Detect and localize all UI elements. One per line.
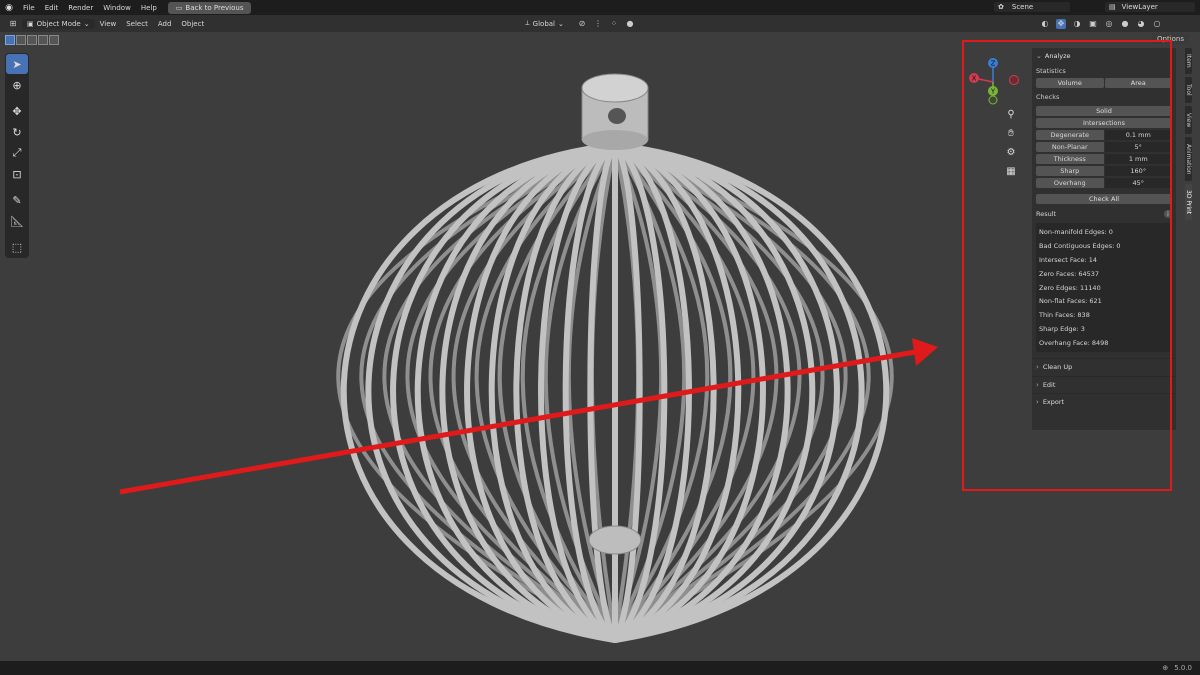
ornament-bottom-cap [588,525,642,555]
scene-name: Scene [1011,3,1034,11]
view-layer-name: ViewLayer [1121,3,1158,11]
sidebar-tabs: Item Tool View Animation 3D Print [1185,48,1197,223]
back-to-previous-button[interactable]: ▭ Back to Previous [167,1,252,14]
shading-material-icon[interactable]: ◕ [1136,19,1146,29]
tab-view[interactable]: View [1185,106,1192,134]
viewport-header: ⊞ ▣ Object Mode ⌄ View Select Add Object… [0,15,1200,32]
snap-icon[interactable]: ⋮ [593,19,603,29]
shading-solid-icon[interactable]: ● [1120,19,1130,29]
menu-view[interactable]: View [95,20,122,28]
menu-file[interactable]: File [18,4,40,12]
globe-icon: ⊕ [1162,664,1169,672]
cap-hole [608,108,626,124]
orientation-label: Global [532,19,556,28]
xray-icon[interactable]: ▣ [1088,19,1098,29]
menu-object[interactable]: Object [176,20,209,28]
transform-orientation[interactable]: ⟂ Global ⌄ [525,19,564,28]
scene-selector[interactable]: ✿ Scene [994,2,1070,12]
mode-label: Object Mode [36,19,81,28]
tab-item[interactable]: Item [1185,48,1192,74]
chevron-down-icon: ⌄ [83,19,90,28]
scene-icon: ✿ [998,3,1004,11]
shading-wireframe-icon[interactable]: ◎ [1104,19,1114,29]
status-bar: ⊕ 5.0.0 [0,661,1200,675]
ornament-top-cap [581,73,649,150]
proportional-edit-icon[interactable]: ● [625,19,635,29]
back-to-previous-label: Back to Previous [185,3,244,12]
gizmo-toggle-icon[interactable]: ✥ [1056,18,1066,29]
menu-help[interactable]: Help [136,4,162,12]
pivot-icon[interactable]: ⊘ [577,19,587,29]
editor-type-icon[interactable]: ⊞ [8,19,18,29]
shading-rendered-icon[interactable]: ○ [1152,19,1162,29]
mode-selector[interactable]: ▣ Object Mode ⌄ [22,18,95,29]
menu-select[interactable]: Select [121,20,153,28]
visibility-icon[interactable]: ◐ [1040,19,1050,29]
ornament-cage [336,142,894,643]
snap-target-icon[interactable]: ⁘ [609,19,619,29]
chevron-down-icon: ⌄ [558,19,564,28]
menu-window[interactable]: Window [98,4,136,12]
tab-tool[interactable]: Tool [1185,77,1192,103]
menu-render[interactable]: Render [63,4,98,12]
menu-edit[interactable]: Edit [40,4,64,12]
overlay-icon[interactable]: ◑ [1072,19,1082,29]
annotation-highlight-box [962,40,1172,491]
object-mode-icon: ▣ [27,19,34,28]
tab-animation[interactable]: Animation [1185,137,1192,181]
orientation-icon: ⟂ [525,19,530,27]
version-label: 5.0.0 [1174,664,1192,672]
menu-add[interactable]: Add [153,20,177,28]
blender-logo-icon[interactable]: ◉ [4,3,14,13]
view-layer-selector[interactable]: ▤ ViewLayer [1105,2,1195,12]
view-layer-icon: ▤ [1109,3,1116,11]
tab-3d-print[interactable]: 3D Print [1185,184,1192,220]
back-icon: ▭ [175,3,183,12]
